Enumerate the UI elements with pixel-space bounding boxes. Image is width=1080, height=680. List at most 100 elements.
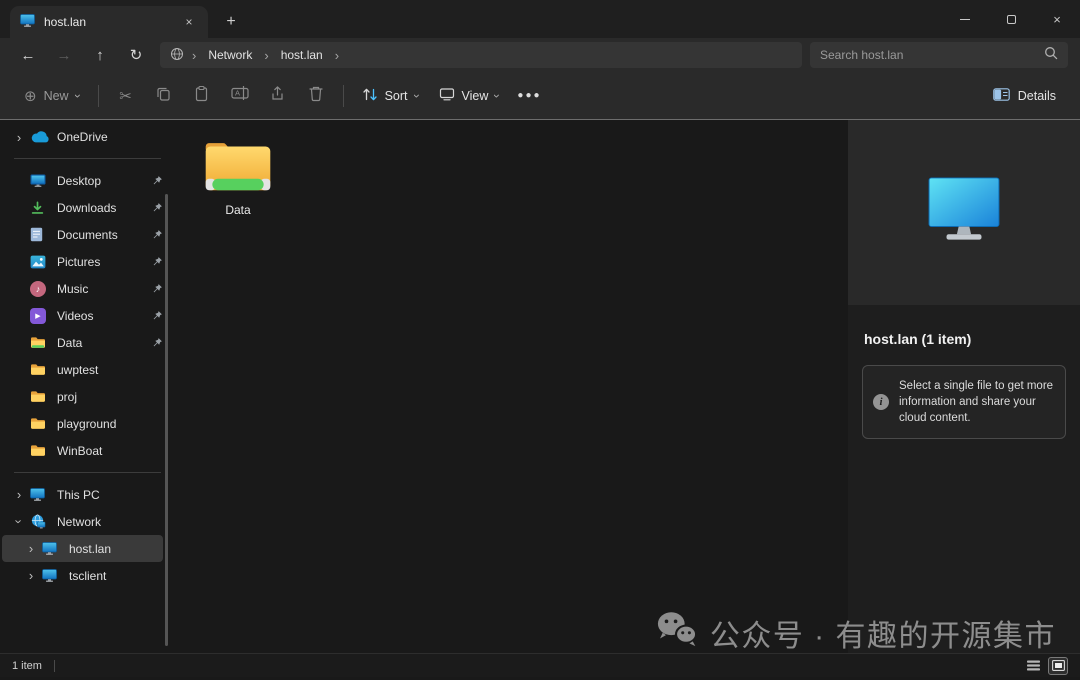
sidebar-item-music[interactable]: ♪ Music [2,275,163,302]
sidebar-item-label: host.lan [69,542,111,556]
refresh-button[interactable]: ↻ [118,41,154,69]
sidebar-item-label: Documents [57,228,118,242]
chevron-right-icon: › [192,49,196,62]
preview-area [848,120,1080,305]
up-button[interactable]: ↑ [82,41,118,69]
folder-icon [30,336,50,349]
sidebar-divider [14,158,161,159]
sidebar-item-hostlan[interactable]: › host.lan [2,535,163,562]
folder-item-label: Data [225,203,250,217]
sidebar-item-uwptest[interactable]: uwptest [2,356,163,383]
rename-icon: A [231,85,249,106]
details-pane: host.lan (1 item) i Select a single file… [848,120,1080,653]
cut-button[interactable]: ✂ [107,81,145,111]
search-input[interactable] [820,48,1044,62]
folder-icon [30,417,50,430]
new-button[interactable]: ⊕ New › [14,81,90,111]
sidebar-scrollbar[interactable] [165,194,168,646]
new-tab-button[interactable]: + [216,9,246,35]
scissors-icon: ✂ [119,87,132,105]
sidebar-item-label: Videos [57,309,93,323]
new-label: New [44,89,69,103]
sidebar-item-documents[interactable]: Documents [2,221,163,248]
chevron-expanded-icon[interactable]: › [8,514,30,529]
chevron-down-icon: › [411,94,423,98]
navigation-pane: › OneDrive Desktop Downloads Documents P [0,120,175,653]
monitor-icon [42,569,62,582]
music-icon: ♪ [30,281,50,297]
tab-close-icon[interactable]: × [180,13,198,31]
shared-folder-icon [200,136,276,200]
sidebar-item-desktop[interactable]: Desktop [2,167,163,194]
sort-label: Sort [385,89,408,103]
delete-button[interactable] [297,81,335,111]
minimize-icon [960,19,970,20]
search-box[interactable] [810,42,1068,68]
sidebar-item-this-pc[interactable]: › This PC [2,481,163,508]
maximize-icon [1007,15,1016,24]
sidebar-item-network[interactable]: › Network [2,508,163,535]
pin-icon [152,229,163,240]
forward-button[interactable]: → [46,41,82,69]
details-view-button[interactable] [1023,657,1043,675]
sidebar-item-videos[interactable]: ▶ Videos [2,302,163,329]
monitor-icon [20,14,35,30]
sidebar-item-data[interactable]: Data [2,329,163,356]
file-list-area[interactable]: Data [175,120,848,653]
sort-button[interactable]: Sort › [352,81,429,111]
folder-icon [30,390,50,403]
address-bar: ← → ↑ ↻ › Network › host.lan › [0,38,1080,72]
wechat-icon [656,610,698,655]
sidebar-item-playground[interactable]: playground [2,410,163,437]
videos-icon: ▶ [30,308,50,324]
search-icon [1044,46,1058,65]
sidebar-item-winboat[interactable]: WinBoat [2,437,163,464]
pin-icon [152,256,163,267]
share-button[interactable] [259,81,297,111]
monitor-preview-icon [925,176,1003,249]
toolbar-divider [98,85,99,107]
chevron-right-icon[interactable]: › [20,541,42,556]
thumbnail-view-button[interactable] [1048,657,1068,675]
paste-button[interactable] [183,81,221,111]
sidebar-item-downloads[interactable]: Downloads [2,194,163,221]
sidebar-item-onedrive[interactable]: › OneDrive [2,124,163,150]
sidebar-item-label: Downloads [57,201,116,215]
details-pane-icon [993,88,1010,104]
sort-icon [362,87,378,105]
copy-button[interactable] [145,81,183,111]
view-button[interactable]: View › [429,81,510,110]
chevron-down-icon: › [491,94,503,98]
sidebar-item-pictures[interactable]: Pictures [2,248,163,275]
breadcrumb-hostlan[interactable]: host.lan [277,46,327,64]
toolbar-divider [343,85,344,107]
sidebar-item-label: uwptest [57,363,98,377]
sidebar-item-tsclient[interactable]: › tsclient [2,562,163,589]
tab-hostlan[interactable]: host.lan × [10,6,208,38]
chevron-right-icon[interactable]: › [8,487,30,502]
chevron-right-icon[interactable]: › [20,568,42,583]
documents-icon [30,227,50,242]
view-icon [439,87,455,104]
minimize-button[interactable] [942,0,988,38]
breadcrumb-network[interactable]: Network [204,46,256,64]
folder-item-data[interactable]: Data [195,136,281,217]
back-button[interactable]: ← [10,41,46,69]
sidebar-item-proj[interactable]: proj [2,383,163,410]
details-toggle-button[interactable]: Details [983,82,1066,110]
monitor-icon [42,542,62,555]
clipboard-icon [193,85,210,107]
breadcrumb[interactable]: › Network › host.lan › [160,42,802,68]
rename-button[interactable]: A [221,81,259,111]
maximize-button[interactable] [988,0,1034,38]
sidebar-item-label: proj [57,390,77,404]
close-button[interactable]: × [1034,0,1080,38]
pin-icon [152,283,163,294]
more-options-button[interactable]: ●●● [509,84,549,107]
info-icon: i [873,394,889,410]
window-controls: × [942,0,1080,38]
sidebar-item-label: WinBoat [57,444,102,458]
chevron-right-icon[interactable]: › [8,130,30,145]
watermark-text: 公众号 · 有趣的开源集市 [710,611,1056,655]
sidebar-item-label: Data [57,336,82,350]
